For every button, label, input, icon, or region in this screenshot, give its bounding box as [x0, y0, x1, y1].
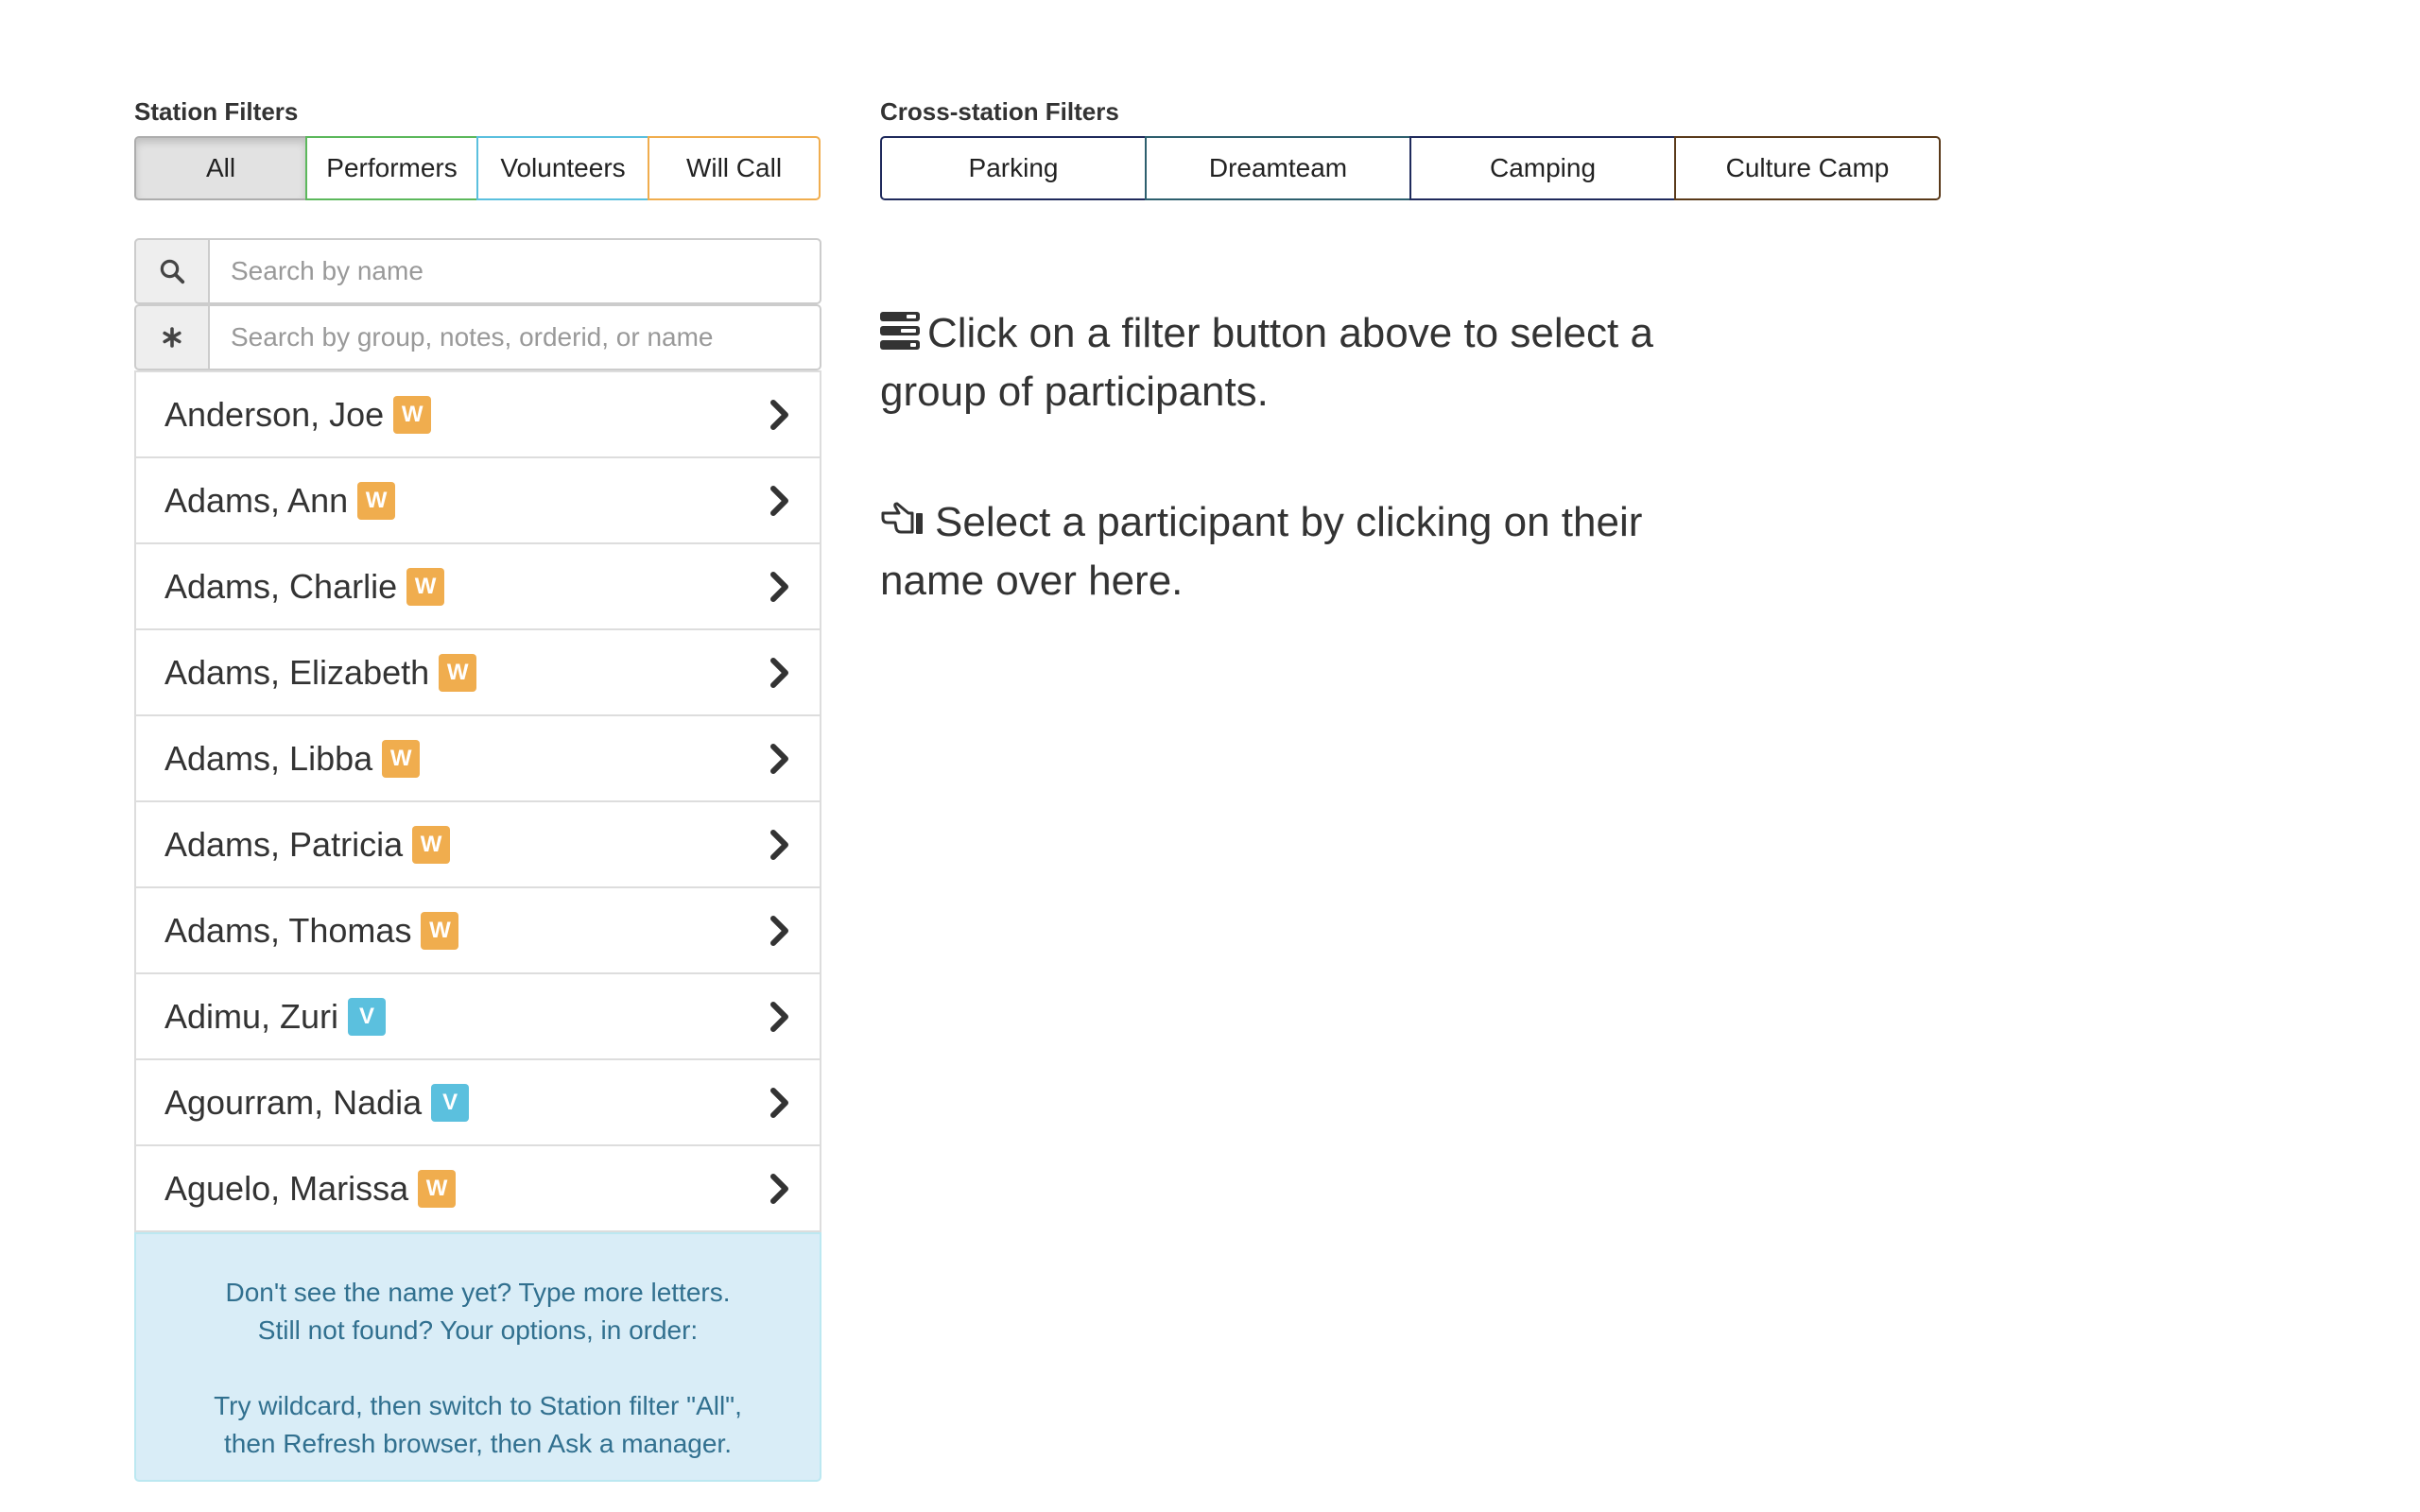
chevron-right-icon — [767, 1172, 793, 1206]
chevron-right-icon — [767, 914, 793, 948]
filter-dreamteam-button[interactable]: Dreamteam — [1145, 136, 1411, 200]
participant-name: Aguelo, Marissa — [164, 1168, 409, 1208]
station-filters-label: Station Filters — [134, 97, 299, 126]
search-icon — [134, 238, 210, 304]
participant-row[interactable]: Agourram, Nadia V — [136, 1060, 820, 1146]
help-line-3: Try wildcard, then switch to Station fil… — [214, 1391, 742, 1420]
participant-row[interactable]: Adams, Patricia W — [136, 802, 820, 888]
help-line-4: then Refresh browser, then Ask a manager… — [224, 1429, 732, 1458]
help-alert: Don't see the name yet? Type more letter… — [134, 1232, 821, 1482]
filter-hint: Click on a filter button above to select… — [880, 306, 1750, 420]
name-search-input[interactable] — [210, 238, 821, 304]
participant-row[interactable]: Aguelo, Marissa W — [136, 1146, 820, 1232]
chevron-right-icon — [767, 656, 793, 690]
left-column: Station Filters All Performers Volunteer… — [134, 94, 821, 1482]
station-filter-group: All Performers Volunteers Will Call — [134, 136, 821, 200]
participant-name: Adimu, Zuri — [164, 996, 339, 1036]
participant-row[interactable]: Adams, Charlie W — [136, 544, 820, 630]
filter-performers-button[interactable]: Performers — [305, 136, 478, 200]
participant-row[interactable]: Adimu, Zuri V — [136, 974, 820, 1060]
participant-hint: Select a participant by clicking on thei… — [880, 495, 1750, 609]
participant-badge: W — [393, 395, 432, 434]
participant-badge: W — [418, 1169, 457, 1208]
filter-culture-camp-button[interactable]: Culture Camp — [1674, 136, 1941, 200]
participant-row[interactable]: Adams, Ann W — [136, 458, 820, 544]
search-area — [134, 238, 821, 370]
participant-row[interactable]: Adams, Elizabeth W — [136, 630, 820, 716]
participant-name: Adams, Libba — [164, 738, 373, 778]
participant-name: Adams, Elizabeth — [164, 652, 430, 692]
filter-will-call-button[interactable]: Will Call — [648, 136, 821, 200]
filter-volunteers-button[interactable]: Volunteers — [476, 136, 649, 200]
participant-list: Anderson, Joe W Adams, Ann W Adams, Charlie W… — [134, 370, 821, 1232]
participant-name: Adams, Ann — [164, 480, 349, 520]
chevron-right-icon — [767, 828, 793, 862]
participant-badge: W — [357, 481, 396, 520]
participant-name: Agourram, Nadia — [164, 1082, 423, 1122]
participant-badge: W — [439, 653, 477, 692]
name-search-group — [134, 238, 821, 304]
cross-station-filters-label: Cross-station Filters — [880, 97, 1119, 126]
participant-hint-text: Select a participant by clicking on thei… — [880, 499, 1643, 604]
participant-badge: V — [431, 1083, 470, 1122]
participant-badge: W — [421, 911, 459, 950]
participant-name: Adams, Patricia — [164, 824, 404, 864]
chevron-right-icon — [767, 398, 793, 432]
participant-badge: W — [406, 567, 445, 606]
cross-station-filter-group: Parking Dreamteam Camping Culture Camp — [880, 136, 2014, 200]
chevron-right-icon — [767, 1086, 793, 1120]
hand-pointing-left-icon — [880, 499, 927, 554]
chevron-right-icon — [767, 484, 793, 518]
chevron-right-icon — [767, 742, 793, 776]
right-column: Cross-station Filters Parking Dreamteam … — [880, 94, 2014, 609]
participant-name: Adams, Thomas — [164, 910, 412, 950]
participant-row[interactable]: Adams, Libba W — [136, 716, 820, 802]
help-line-1: Don't see the name yet? Type more letter… — [225, 1278, 731, 1307]
participant-row[interactable]: Adams, Thomas W — [136, 888, 820, 974]
tasks-list-icon — [880, 310, 920, 365]
wildcard-search-group — [134, 304, 821, 370]
participant-name: Anderson, Joe — [164, 394, 385, 434]
participant-row[interactable]: Anderson, Joe W — [136, 372, 820, 458]
filter-all-button[interactable]: All — [134, 136, 307, 200]
participant-badge: W — [382, 739, 421, 778]
chevron-right-icon — [767, 570, 793, 604]
asterisk-icon — [134, 304, 210, 370]
participant-badge: W — [412, 825, 451, 864]
chevron-right-icon — [767, 1000, 793, 1034]
participant-name: Adams, Charlie — [164, 566, 398, 606]
filter-parking-button[interactable]: Parking — [880, 136, 1147, 200]
help-line-2: Still not found? Your options, in order: — [257, 1315, 699, 1345]
wildcard-search-input[interactable] — [210, 304, 821, 370]
filter-camping-button[interactable]: Camping — [1409, 136, 1676, 200]
participant-badge: V — [348, 997, 387, 1036]
filter-hint-text: Click on a filter button above to select… — [880, 310, 1653, 415]
